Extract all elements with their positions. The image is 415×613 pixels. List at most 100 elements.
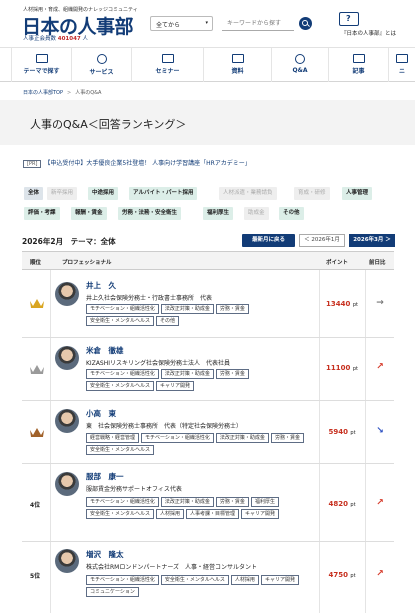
nav-item-qa[interactable]: Q&A: [271, 48, 328, 82]
help-book-icon[interactable]: [339, 12, 359, 26]
category-other[interactable]: その他: [279, 207, 304, 220]
specialty-tags: モチベーション・組織活性化 法改正対策・助成金 労務・賃金 安全衛生・メンタルヘ…: [86, 369, 316, 391]
global-nav: テーマで探す サービス セミナー 資料 Q&A 記事 ニ: [0, 48, 415, 82]
column-divider: [365, 464, 366, 541]
specialty-tag: 経営戦略・経営管理: [86, 433, 140, 443]
column-divider: [365, 338, 366, 400]
points-number: 4820: [328, 500, 348, 508]
article-icon: [352, 54, 365, 63]
specialty-tags: モチベーション・組織活性化 法改正対策・助成金 労務・賃金 福利厚生 安全衛生・…: [86, 497, 316, 519]
avatar[interactable]: [55, 346, 79, 370]
specialty-tag: モチベーション・組織活性化: [86, 575, 159, 585]
category-part-time[interactable]: アルバイト・パート採用: [129, 187, 198, 200]
category-compensation[interactable]: 報酬・賃金: [71, 207, 107, 220]
points-unit: pt: [352, 366, 358, 372]
points-number: 5940: [328, 428, 348, 436]
specialty-tag: キャリア開発: [260, 575, 299, 585]
category-hr-management[interactable]: 人事管理: [342, 187, 373, 200]
trend-up-icon: ↗: [376, 569, 384, 579]
latest-month-button[interactable]: 最新月に戻る: [242, 234, 295, 247]
nav-item-seminar[interactable]: セミナー: [131, 48, 203, 82]
nav-label: Q&A: [292, 67, 308, 74]
specialty-tag: 労務・賃金: [270, 433, 304, 443]
category-subsidy: 助成金: [244, 207, 269, 220]
category-welfare[interactable]: 福利厚生: [203, 207, 234, 220]
specialty-tag: コミュニケーション: [86, 587, 139, 597]
category-mid-career[interactable]: 中途採用: [88, 187, 119, 200]
category-labor-law[interactable]: 労務・法務・安全衛生: [118, 207, 182, 220]
search-input[interactable]: [222, 16, 294, 31]
column-divider: [50, 464, 51, 541]
chevron-down-icon: ▾: [205, 20, 208, 26]
nav-item-theme[interactable]: テーマで探す: [11, 48, 71, 82]
nav-item-service[interactable]: サービス: [71, 48, 131, 82]
document-icon: [231, 54, 244, 63]
professional-name[interactable]: 米倉 徹雄: [86, 345, 124, 356]
column-divider: [319, 338, 320, 400]
prev-month-button[interactable]: ＜ 2026年1月: [299, 234, 345, 247]
avatar[interactable]: [55, 409, 79, 433]
column-divider: [365, 542, 366, 613]
about-link[interactable]: 『日本の人事部』とは: [341, 29, 396, 37]
professional-org: 井上久社会保険労務士・行政書士事務所 代表: [86, 295, 213, 302]
ranking-row[interactable]: 米倉 徹雄 KIZASHIリスキリング社会保険労務士法人 代表社員 モチベーショ…: [22, 338, 394, 401]
pr-banner[interactable]: [PR] 【申込受付中】大手優良企業5社登壇！ 人事向け学習講座「HRアカデミー」: [23, 158, 251, 168]
avatar[interactable]: [55, 472, 79, 496]
ranking-row[interactable]: 井上 久 井上久社会保険労務士・行政書士事務所 代表 モチベーション・組織活性化…: [22, 270, 394, 338]
professional-name[interactable]: 小高 東: [86, 408, 116, 419]
specialty-tag: キャリア開発: [156, 381, 195, 391]
professional-org: 東 社会保険労務士事務所 代表（特定社会保険労務士）: [86, 423, 243, 430]
specialty-tag: 安全衛生・メンタルヘルス: [86, 316, 155, 326]
points-value: 5940 pt: [322, 428, 362, 436]
ranking-row[interactable]: 5位 増沢 隆太 株式会社RMロンドンパートナーズ 人事・経営コンサルタント モ…: [22, 542, 394, 613]
specialty-tag: 法改正対策・助成金: [160, 304, 214, 314]
pr-tag: [PR]: [23, 160, 42, 168]
nav-label: 記事: [352, 68, 365, 75]
nav-label: セミナー: [155, 68, 180, 75]
avatar[interactable]: [55, 549, 79, 573]
avatar[interactable]: [55, 282, 79, 306]
column-divider: [50, 542, 51, 613]
specialty-tag: 安全衛生・メンタルヘルス: [160, 575, 229, 585]
breadcrumb-home[interactable]: 日本の人事部TOP: [23, 90, 63, 96]
nav-label: 資料: [231, 68, 244, 75]
professional-name[interactable]: 服部 康一: [86, 471, 124, 482]
column-divider: [50, 270, 51, 337]
ranking-row[interactable]: 小高 東 東 社会保険労務士事務所 代表（特定社会保険労務士） 経営戦略・経営管…: [22, 401, 394, 464]
news-icon: [396, 54, 408, 63]
professional-name[interactable]: 井上 久: [86, 280, 116, 291]
specialty-tag: 法改正対策・助成金: [215, 433, 269, 443]
search-scope-select[interactable]: 全てから ▾: [150, 16, 213, 31]
nav-item-document[interactable]: 資料: [203, 48, 271, 82]
trend-up-icon: ↗: [376, 498, 384, 508]
points-value: 4750 pt: [322, 571, 362, 579]
category-evaluation[interactable]: 評価・考課: [24, 207, 60, 220]
column-divider: [319, 464, 320, 541]
rank-label: 5位: [30, 573, 41, 580]
breadcrumb-current: 人事のQ&A: [75, 90, 102, 96]
nav-label: サービス: [89, 69, 114, 76]
points-number: 13440: [326, 300, 351, 308]
column-divider: [50, 338, 51, 400]
site-header: 人材採用・育成、組織開発のナレッジコミュニティ 日本の人事部 人事正会員数 40…: [0, 0, 415, 48]
points-unit: pt: [350, 502, 356, 508]
ranking-row[interactable]: 4位 服部 康一 服部賃金労務サポートオフィス代表 モチベーション・組織活性化 …: [22, 464, 394, 542]
next-month-button[interactable]: 2026年3月 ＞: [349, 234, 395, 247]
professional-name[interactable]: 増沢 隆太: [86, 549, 124, 560]
column-divider: [319, 270, 320, 337]
search-scope-value: 全てから: [156, 22, 181, 29]
category-all[interactable]: 全体: [24, 187, 44, 200]
rank-label: 4位: [30, 502, 41, 509]
nav-item-news[interactable]: ニ: [388, 48, 415, 82]
silver-crown-icon: [30, 365, 44, 374]
search-icon[interactable]: [299, 17, 312, 30]
professional-org: 株式会社RMロンドンパートナーズ 人事・経営コンサルタント: [86, 564, 258, 571]
specialty-tag: 労務・賃金: [215, 304, 249, 314]
col-rank: 順位: [30, 260, 42, 266]
nav-item-article[interactable]: 記事: [328, 48, 388, 82]
specialty-tag: 労務・賃金: [215, 497, 249, 507]
theme-icon: [35, 54, 48, 63]
trend-flat-icon: →: [376, 298, 384, 308]
points-unit: pt: [350, 430, 356, 436]
members-count: 人事正会員数 401047 人: [23, 34, 88, 42]
